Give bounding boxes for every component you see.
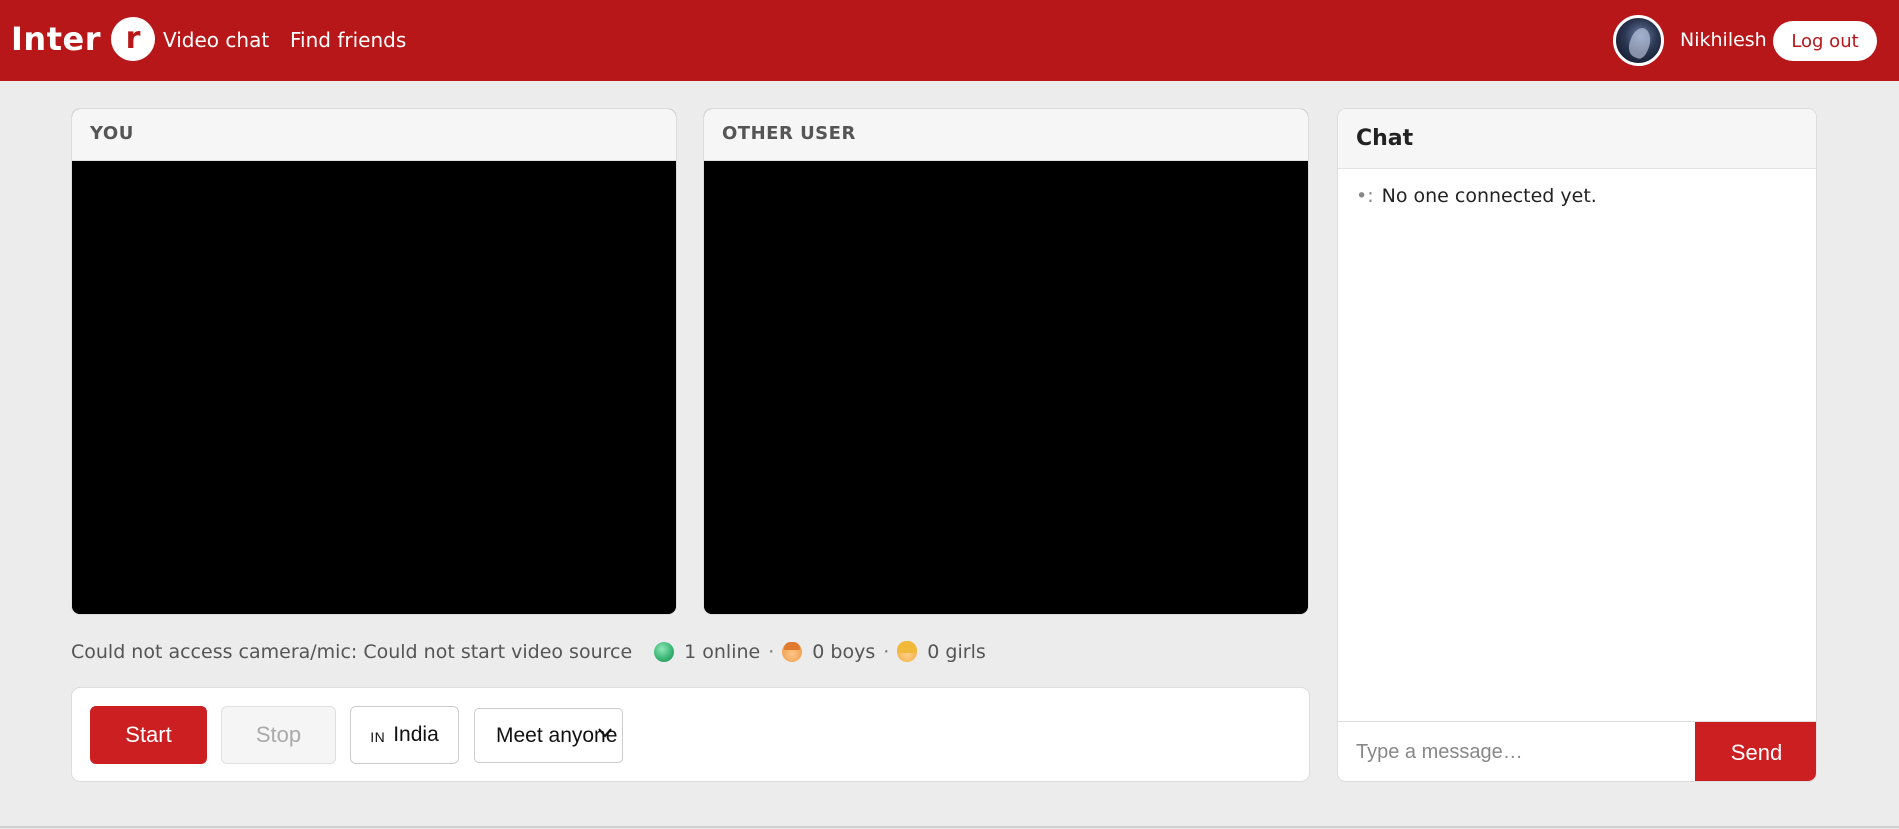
online-dot-icon — [654, 642, 675, 662]
controls-bar: Start Stop IN India Meet anyone — [71, 687, 1310, 782]
divider — [0, 826, 1899, 828]
meet-preference-select[interactable]: Meet anyone — [474, 708, 623, 763]
status-bar: Could not access camera/mic: Could not s… — [71, 641, 986, 663]
chat-message-input[interactable] — [1338, 722, 1695, 781]
boys-count: 0 boys — [812, 641, 876, 663]
local-video — [72, 161, 676, 614]
chat-message: •: No one connected yet. — [1356, 185, 1597, 207]
chat-title: Chat — [1338, 109, 1816, 169]
remote-video — [704, 161, 1308, 614]
start-button[interactable]: Start — [90, 706, 207, 764]
avatar[interactable] — [1613, 15, 1664, 66]
girls-count: 0 girls — [927, 641, 986, 663]
send-button[interactable]: Send — [1695, 722, 1816, 781]
online-count: 1 online — [684, 641, 761, 663]
chat-compose: Send — [1338, 721, 1816, 781]
girl-icon — [897, 641, 918, 662]
chevron-down-icon — [598, 725, 612, 742]
logo-text: Inter — [11, 20, 101, 58]
india-flag-icon: IN — [370, 728, 386, 745]
chat-message-sender: •: — [1356, 185, 1374, 207]
country-button[interactable]: IN India — [350, 706, 459, 764]
stop-button[interactable]: Stop — [221, 706, 336, 764]
country-label: India — [393, 723, 439, 746]
nav-video-chat[interactable]: Video chat — [163, 28, 269, 52]
logout-button[interactable]: Log out — [1773, 21, 1877, 61]
logo-badge: r — [110, 17, 155, 61]
app-logo[interactable]: Inter r — [11, 17, 155, 61]
top-navbar: Inter r Video chat Find friends Nikhiles… — [0, 0, 1899, 81]
local-video-panel: YOU — [71, 108, 677, 615]
separator: · — [768, 641, 775, 663]
chat-panel: Chat •: No one connected yet. Send — [1337, 108, 1817, 782]
separator: · — [883, 641, 890, 663]
camera-error-text: Could not access camera/mic: Could not s… — [71, 641, 633, 663]
chat-messages: •: No one connected yet. — [1356, 185, 1597, 207]
local-video-title: YOU — [72, 109, 676, 161]
chat-message-text: No one connected yet. — [1381, 185, 1597, 207]
username: Nikhilesh — [1680, 29, 1767, 51]
nav-find-friends[interactable]: Find friends — [290, 28, 406, 52]
remote-video-title: OTHER USER — [704, 109, 1308, 161]
boy-icon — [782, 642, 803, 662]
remote-video-panel: OTHER USER — [703, 108, 1309, 615]
